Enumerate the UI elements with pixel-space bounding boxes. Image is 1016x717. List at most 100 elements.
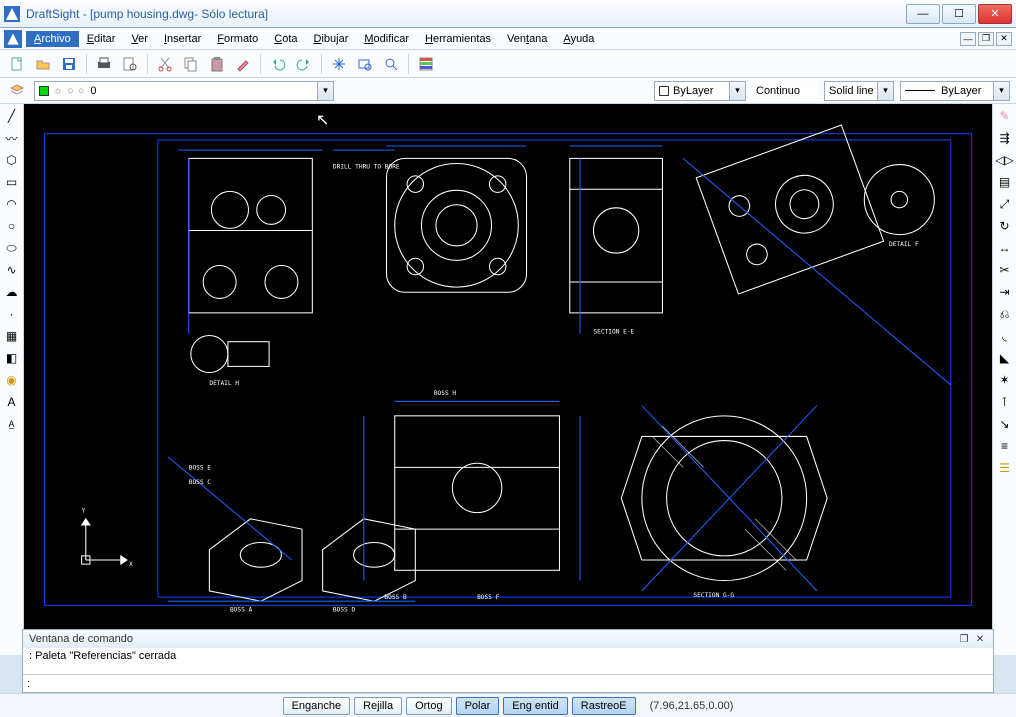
- rectangle-tool[interactable]: ▭: [2, 172, 22, 192]
- mdi-minimize-button[interactable]: —: [960, 32, 976, 46]
- status-eng-entid[interactable]: Eng entid: [503, 697, 567, 715]
- layer-manager-button[interactable]: [6, 80, 28, 102]
- label-section-gg: SECTION G-G: [693, 592, 734, 599]
- menu-archivo[interactable]: Archivo: [26, 31, 79, 47]
- chamfer-tool[interactable]: ◣: [995, 348, 1015, 368]
- undo-button[interactable]: [267, 53, 289, 75]
- ellipse-tool[interactable]: ⬭: [2, 238, 22, 258]
- color-dropdown-button[interactable]: [729, 82, 745, 100]
- command-window: Ventana de comando ❐ ✕ : Paleta "Referen…: [22, 629, 994, 693]
- menu-ventana[interactable]: Ventana: [499, 31, 555, 47]
- copy-button[interactable]: [180, 53, 202, 75]
- status-enganche[interactable]: Enganche: [283, 697, 351, 715]
- menu-ayuda[interactable]: Ayuda: [555, 31, 602, 47]
- canvas-area: ↖: [24, 104, 992, 655]
- trim-tool[interactable]: ✂: [995, 260, 1015, 280]
- offset-tool[interactable]: ⇶: [995, 128, 1015, 148]
- color-swatch-icon: [659, 86, 669, 96]
- region-tool[interactable]: ◉: [2, 370, 22, 390]
- menu-modificar[interactable]: Modificar: [356, 31, 417, 47]
- polygon-tool[interactable]: ⬡: [2, 150, 22, 170]
- explode-tool[interactable]: ✶: [995, 370, 1015, 390]
- status-rejilla[interactable]: Rejilla: [354, 697, 402, 715]
- menu-insertar[interactable]: Insertar: [156, 31, 209, 47]
- open-file-button[interactable]: [32, 53, 54, 75]
- properties-toolbar: ☼ ○ ○ 0 ByLayer Continuo Solid line ByLa…: [0, 78, 1016, 104]
- drawing-svg: DETAIL H DETAIL F SECTION E-E SECTION G-…: [24, 104, 992, 635]
- gradient-tool[interactable]: ◧: [2, 348, 22, 368]
- window-buttons: — ☐ ✕: [906, 4, 1012, 24]
- redo-button[interactable]: [293, 53, 315, 75]
- status-polar[interactable]: Polar: [456, 697, 500, 715]
- zoom-window-button[interactable]: [354, 53, 376, 75]
- cut-button[interactable]: [154, 53, 176, 75]
- linestyle-dropdown-button[interactable]: [993, 82, 1009, 100]
- pan-button[interactable]: [328, 53, 350, 75]
- menu-herramientas[interactable]: Herramientas: [417, 31, 499, 47]
- revision-cloud-tool[interactable]: ☁: [2, 282, 22, 302]
- status-ortog[interactable]: Ortog: [406, 697, 452, 715]
- label-boss-a: BOSS A: [230, 607, 253, 614]
- mdi-restore-button[interactable]: ❐: [978, 32, 994, 46]
- measure-tool[interactable]: ≡: [995, 436, 1015, 456]
- break-tool[interactable]: ⎌: [995, 304, 1015, 324]
- print-preview-button[interactable]: [119, 53, 141, 75]
- menu-editar[interactable]: Editar: [79, 31, 124, 47]
- layer-combo[interactable]: ☼ ○ ○ 0: [34, 81, 334, 101]
- label-boss-d: BOSS D: [333, 607, 356, 614]
- scale-tool[interactable]: ⤢: [995, 194, 1015, 214]
- match-properties-button[interactable]: [232, 53, 254, 75]
- label-boss-b: BOSS B: [384, 594, 407, 601]
- coordinates-readout: (7.96,21.65,0.00): [650, 700, 734, 712]
- lineweight-combo[interactable]: Solid line: [824, 81, 894, 101]
- arc-tool[interactable]: ◠: [2, 194, 22, 214]
- line-tool[interactable]: ╱: [2, 106, 22, 126]
- zoom-extents-button[interactable]: [380, 53, 402, 75]
- app-icon: [4, 6, 20, 22]
- dimension-tool[interactable]: ⊺: [995, 392, 1015, 412]
- lineweight-dropdown-button[interactable]: [877, 82, 893, 100]
- properties-palette-button[interactable]: [415, 53, 437, 75]
- hatch-tool[interactable]: ▦: [2, 326, 22, 346]
- save-button[interactable]: [58, 53, 80, 75]
- command-input[interactable]: :: [23, 674, 993, 692]
- command-window-close-button[interactable]: ✕: [973, 632, 987, 646]
- close-button[interactable]: ✕: [978, 4, 1012, 24]
- layer-freeze-icon: ☼: [53, 85, 63, 97]
- drawing-canvas[interactable]: ↖: [24, 104, 992, 635]
- mirror-tool[interactable]: ◁▷: [995, 150, 1015, 170]
- spline-tool[interactable]: ∿: [2, 260, 22, 280]
- menu-formato[interactable]: Formato: [209, 31, 266, 47]
- leader-tool[interactable]: ↘: [995, 414, 1015, 434]
- maximize-button[interactable]: ☐: [942, 4, 976, 24]
- menu-ver[interactable]: Ver: [123, 31, 156, 47]
- align-tool[interactable]: ☰: [995, 458, 1015, 478]
- paste-button[interactable]: [206, 53, 228, 75]
- polyline-tool[interactable]: 〰: [2, 128, 22, 148]
- array-tool[interactable]: ▤: [995, 172, 1015, 192]
- lineweight-label: Solid line: [829, 85, 874, 97]
- print-button[interactable]: [93, 53, 115, 75]
- new-file-button[interactable]: [6, 53, 28, 75]
- modify-toolbar: ✎ ⇶ ◁▷ ▤ ⤢ ↻ ↔ ✂ ⇥ ⎌ ◟ ◣ ✶ ⊺ ↘ ≡ ☰: [992, 104, 1016, 655]
- minimize-button[interactable]: —: [906, 4, 940, 24]
- circle-tool[interactable]: ○: [2, 216, 22, 236]
- status-rastreoe[interactable]: RastreoE: [572, 697, 636, 715]
- linestyle-label: ByLayer: [941, 85, 981, 97]
- menu-dibujar[interactable]: Dibujar: [306, 31, 357, 47]
- color-combo[interactable]: ByLayer: [654, 81, 746, 101]
- mtext-tool[interactable]: A̲: [2, 414, 22, 434]
- statusbar: Enganche Rejilla Ortog Polar Eng entid R…: [0, 693, 1016, 717]
- layer-dropdown-button[interactable]: [317, 82, 333, 100]
- rotate-tool[interactable]: ↻: [995, 216, 1015, 236]
- command-window-undock-button[interactable]: ❐: [957, 632, 971, 646]
- extend-tool[interactable]: ⇥: [995, 282, 1015, 302]
- menu-cota[interactable]: Cota: [266, 31, 305, 47]
- stretch-tool[interactable]: ↔: [995, 238, 1015, 258]
- text-tool[interactable]: A: [2, 392, 22, 412]
- fillet-tool[interactable]: ◟: [995, 326, 1015, 346]
- mdi-close-button[interactable]: ✕: [996, 32, 1012, 46]
- point-tool[interactable]: ·: [2, 304, 22, 324]
- erase-tool[interactable]: ✎: [995, 106, 1015, 126]
- linestyle-combo[interactable]: ByLayer: [900, 81, 1010, 101]
